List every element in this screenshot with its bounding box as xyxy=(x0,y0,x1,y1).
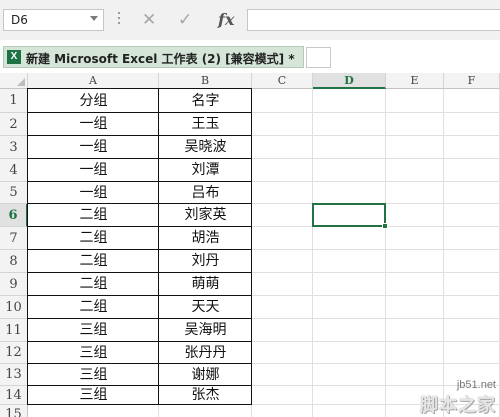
cell-b7[interactable]: 胡浩 xyxy=(159,227,252,250)
cell-a1[interactable]: 分组 xyxy=(28,89,159,113)
row-header[interactable]: 1 xyxy=(0,89,28,113)
cell-a13[interactable]: 三组 xyxy=(28,364,159,386)
workbook-tab-bar: X 新建 Microsoft Excel 工作表 (2) [兼容模式] * xyxy=(0,40,500,73)
active-cell-selector[interactable] xyxy=(312,203,388,229)
insert-function-icon[interactable]: fx xyxy=(218,9,234,31)
table-border-horizontal xyxy=(27,226,252,227)
row-header[interactable]: 13 xyxy=(0,364,28,386)
table-border-horizontal xyxy=(27,249,252,250)
table-border-horizontal xyxy=(27,318,252,319)
formula-input[interactable] xyxy=(247,9,500,31)
fill-handle[interactable] xyxy=(382,223,388,229)
column-header-c[interactable]: C xyxy=(252,73,313,89)
workbook-tab[interactable]: X 新建 Microsoft Excel 工作表 (2) [兼容模式] * xyxy=(3,46,304,68)
cell-a12[interactable]: 三组 xyxy=(28,342,159,364)
cell-b1[interactable]: 名字 xyxy=(159,89,252,113)
table-border-horizontal xyxy=(27,295,252,296)
table-border-horizontal xyxy=(27,341,252,342)
cell-a6[interactable]: 二组 xyxy=(28,204,159,227)
cell-b13[interactable]: 谢娜 xyxy=(159,364,252,386)
cell-b5[interactable]: 吕布 xyxy=(159,182,252,204)
watermark: jb51.net 脚本之家 xyxy=(378,379,496,416)
new-window-tab[interactable] xyxy=(306,47,331,68)
cell-a14[interactable]: 三组 xyxy=(28,386,159,405)
watermark-brand: 脚本之家 xyxy=(420,395,496,416)
cell-a11[interactable]: 三组 xyxy=(28,319,159,342)
row-header[interactable]: 11 xyxy=(0,319,28,342)
table-border-horizontal xyxy=(27,385,252,386)
spreadsheet-grid[interactable]: A B C D E F 1 分组 名字 2 一组 王玉 3 一组 吴晓波 4 一组 刘潭 5 一组 吕布 6 二组 刘家英 7 二… xyxy=(0,73,500,417)
column-header-f[interactable]: F xyxy=(444,73,500,89)
cell-a4[interactable]: 一组 xyxy=(28,159,159,182)
row-header[interactable]: 2 xyxy=(0,113,28,136)
name-box[interactable]: D6 xyxy=(3,9,104,31)
table-border-horizontal xyxy=(27,158,252,159)
cell-b12[interactable]: 张丹丹 xyxy=(159,342,252,364)
gridline-vertical xyxy=(443,89,444,417)
cell-a9[interactable]: 二组 xyxy=(28,273,159,296)
table-border-horizontal xyxy=(27,363,252,364)
row-header[interactable]: 10 xyxy=(0,296,28,319)
cancel-icon[interactable]: ✕ xyxy=(142,9,156,31)
cell-b10[interactable]: 天天 xyxy=(159,296,252,319)
table-border-horizontal xyxy=(27,181,252,182)
cell-a7[interactable]: 二组 xyxy=(28,227,159,250)
cell-b9[interactable]: 萌萌 xyxy=(159,273,252,296)
table-border-horizontal xyxy=(27,112,252,113)
row-header[interactable]: 3 xyxy=(0,136,28,159)
formula-bar: D6 ✕ ✓ fx xyxy=(0,0,500,40)
row-header[interactable]: 7 xyxy=(0,227,28,250)
cell-b11[interactable]: 吴海明 xyxy=(159,319,252,342)
column-header-d[interactable]: D xyxy=(313,73,386,89)
table-border-horizontal xyxy=(27,88,252,89)
row-header[interactable]: 6 xyxy=(0,204,28,227)
cell-a10[interactable]: 二组 xyxy=(28,296,159,319)
cell-b8[interactable]: 刘丹 xyxy=(159,250,252,273)
cell-b14[interactable]: 张杰 xyxy=(159,386,252,405)
select-all-corner[interactable] xyxy=(0,73,28,89)
cell-b6[interactable]: 刘家英 xyxy=(159,204,252,227)
cell-a3[interactable]: 一组 xyxy=(28,136,159,159)
row-header[interactable]: 4 xyxy=(0,159,28,182)
table-border-horizontal xyxy=(27,404,252,405)
chevron-down-icon[interactable] xyxy=(90,16,98,21)
row-header[interactable]: 9 xyxy=(0,273,28,296)
row-header[interactable]: 8 xyxy=(0,250,28,273)
cell-b4[interactable]: 刘潭 xyxy=(159,159,252,182)
name-box-value[interactable]: D6 xyxy=(11,13,28,27)
cell-a8[interactable]: 二组 xyxy=(28,250,159,273)
formula-buttons: ✕ ✓ fx xyxy=(132,9,244,31)
enter-icon[interactable]: ✓ xyxy=(178,9,192,31)
cell-b2[interactable]: 王玉 xyxy=(159,113,252,136)
watermark-url: jb51.net xyxy=(456,379,496,391)
table-border-horizontal xyxy=(27,203,252,204)
gridline-vertical xyxy=(312,89,313,417)
row-header[interactable]: 5 xyxy=(0,182,28,204)
table-border-horizontal xyxy=(27,272,252,273)
excel-icon: X xyxy=(7,50,21,64)
cell-a5[interactable]: 一组 xyxy=(28,182,159,204)
cell-b3[interactable]: 吴晓波 xyxy=(159,136,252,159)
cell-a2[interactable]: 一组 xyxy=(28,113,159,136)
row-header[interactable]: 12 xyxy=(0,342,28,364)
drag-handle-icon[interactable] xyxy=(117,12,121,28)
workbook-title: 新建 Microsoft Excel 工作表 (2) [兼容模式] * xyxy=(26,52,295,66)
table-border-horizontal xyxy=(27,135,252,136)
row-header[interactable]: 14 xyxy=(0,386,28,405)
column-header-a[interactable]: A xyxy=(28,73,159,89)
row-header[interactable]: 15 xyxy=(0,405,28,417)
column-header-e[interactable]: E xyxy=(386,73,444,89)
column-header-b[interactable]: B xyxy=(159,73,252,89)
gridline-vertical xyxy=(385,89,386,417)
